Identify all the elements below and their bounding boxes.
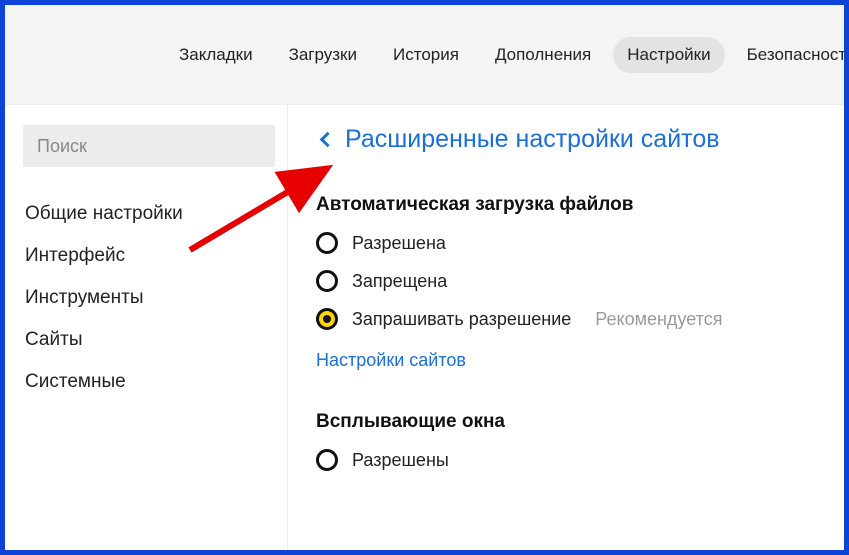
radio-option-allowed[interactable]: Разрешена: [316, 232, 844, 254]
radio-label: Запрашивать разрешение: [352, 309, 571, 330]
page-title: Расширенные настройки сайтов: [345, 125, 720, 154]
radio-icon: [316, 449, 338, 471]
radio-icon-selected: [316, 308, 338, 330]
tab-downloads[interactable]: Загрузки: [275, 37, 371, 73]
radio-label: Запрещена: [352, 271, 447, 292]
search-input[interactable]: [23, 125, 275, 167]
radio-icon: [316, 232, 338, 254]
radio-option-popups-allowed[interactable]: Разрешены: [316, 449, 844, 471]
top-navigation: Закладки Загрузки История Дополнения Нас…: [5, 5, 844, 105]
section-title-popups: Всплывающие окна: [316, 411, 844, 433]
sidebar-item-general[interactable]: Общие настройки: [23, 193, 269, 235]
sidebar-item-tools[interactable]: Инструменты: [23, 277, 269, 319]
tab-history[interactable]: История: [379, 37, 473, 73]
radio-option-forbidden[interactable]: Запрещена: [316, 270, 844, 292]
sidebar-item-interface[interactable]: Интерфейс: [23, 235, 269, 277]
tab-bookmarks[interactable]: Закладки: [165, 37, 267, 73]
tab-settings[interactable]: Настройки: [613, 37, 724, 73]
sidebar: Общие настройки Интерфейс Инструменты Са…: [5, 105, 287, 550]
section-title-auto-download: Автоматическая загрузка файлов: [316, 194, 844, 216]
chevron-left-icon: [320, 132, 336, 148]
hint-text: Рекомендуется: [595, 309, 722, 330]
site-settings-link[interactable]: Настройки сайтов: [316, 350, 466, 371]
sidebar-item-sites[interactable]: Сайты: [23, 319, 269, 361]
radio-icon: [316, 270, 338, 292]
sidebar-item-system[interactable]: Системные: [23, 361, 269, 403]
tab-extensions[interactable]: Дополнения: [481, 37, 605, 73]
radio-label: Разрешены: [352, 450, 449, 471]
back-link[interactable]: Расширенные настройки сайтов: [316, 125, 844, 154]
radio-label: Разрешена: [352, 233, 446, 254]
main-content: Расширенные настройки сайтов Автоматичес…: [287, 105, 844, 550]
radio-option-ask[interactable]: Запрашивать разрешение Рекомендуется: [316, 308, 844, 330]
tab-security[interactable]: Безопасность: [733, 37, 849, 73]
